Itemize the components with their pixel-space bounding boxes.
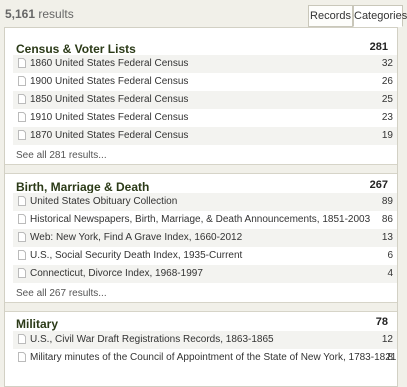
item-count: 32 bbox=[381, 58, 393, 69]
list-item[interactable]: 1860 United States Federal Census 32 bbox=[13, 55, 397, 73]
item-count: 25 bbox=[381, 94, 393, 105]
document-icon bbox=[18, 232, 26, 242]
see-all-link[interactable]: See all 267 results... bbox=[16, 288, 107, 299]
list-item[interactable]: Military minutes of the Council of Appoi… bbox=[13, 349, 397, 367]
item-label: U.S., Social Security Death Index, 1935-… bbox=[30, 250, 243, 261]
item-label: Military minutes of the Council of Appoi… bbox=[30, 352, 397, 363]
list-item[interactable]: 1870 United States Federal Census 19 bbox=[13, 127, 397, 145]
item-label: 1850 United States Federal Census bbox=[30, 94, 189, 105]
tab-categories[interactable]: Categories bbox=[353, 5, 407, 27]
list-item[interactable]: U.S., Social Security Death Index, 1935-… bbox=[13, 247, 397, 265]
item-count: 19 bbox=[381, 130, 393, 141]
list-item[interactable]: 1910 United States Federal Census 23 bbox=[13, 109, 397, 127]
item-count: 4 bbox=[387, 268, 393, 279]
results-count-suffix: results bbox=[38, 7, 74, 21]
document-icon bbox=[18, 352, 26, 362]
item-label: U.S., Civil War Draft Registrations Reco… bbox=[30, 334, 274, 345]
item-count: 86 bbox=[381, 214, 393, 225]
document-icon bbox=[18, 76, 26, 86]
section-title: Census & Voter Lists bbox=[16, 42, 136, 56]
item-label: Historical Newspapers, Birth, Marriage, … bbox=[30, 214, 371, 225]
section-header-birth-marriage-death[interactable]: Birth, Marriage & Death 267 bbox=[5, 171, 397, 195]
section-header-military[interactable]: Military 78 bbox=[5, 308, 397, 332]
document-icon bbox=[18, 214, 26, 224]
tab-records[interactable]: Records bbox=[308, 5, 353, 27]
item-count: 13 bbox=[381, 232, 393, 243]
list-item[interactable]: Web: New York, Find A Grave Index, 1660-… bbox=[13, 229, 397, 247]
item-count: 6 bbox=[387, 250, 393, 261]
list-item[interactable]: U.S., Civil War Draft Registrations Reco… bbox=[13, 331, 397, 349]
document-icon bbox=[18, 58, 26, 68]
document-icon bbox=[18, 268, 26, 278]
section-total: 267 bbox=[369, 179, 388, 191]
item-label: 1910 United States Federal Census bbox=[30, 112, 189, 123]
item-label: 1900 United States Federal Census bbox=[30, 76, 189, 87]
section-title: Military bbox=[16, 317, 59, 331]
results-count: 5,161 results bbox=[5, 7, 74, 21]
item-count: 12 bbox=[381, 334, 393, 345]
results-header: 5,161 results Records Categories bbox=[0, 0, 407, 29]
item-label: 1860 United States Federal Census bbox=[30, 58, 189, 69]
item-label: 1870 United States Federal Census bbox=[30, 130, 189, 141]
item-count: 89 bbox=[381, 196, 393, 207]
categories-panel: Census & Voter Lists 281 1860 United Sta… bbox=[4, 27, 398, 387]
section-title: Birth, Marriage & Death bbox=[16, 180, 150, 194]
item-count: 8 bbox=[387, 352, 393, 363]
list-item[interactable]: 1900 United States Federal Census 26 bbox=[13, 73, 397, 91]
item-label: Connecticut, Divorce Index, 1968-1997 bbox=[30, 268, 203, 279]
item-count: 26 bbox=[381, 76, 393, 87]
section-header-census[interactable]: Census & Voter Lists 281 bbox=[5, 33, 397, 57]
document-icon bbox=[18, 250, 26, 260]
item-label: Web: New York, Find A Grave Index, 1660-… bbox=[30, 232, 243, 243]
list-item[interactable]: 1850 United States Federal Census 25 bbox=[13, 91, 397, 109]
list-item[interactable]: United States Obituary Collection 89 bbox=[13, 193, 397, 211]
document-icon bbox=[18, 130, 26, 140]
document-icon bbox=[18, 112, 26, 122]
list-item[interactable]: Connecticut, Divorce Index, 1968-1997 4 bbox=[13, 265, 397, 283]
results-count-number: 5,161 bbox=[5, 7, 36, 21]
document-icon bbox=[18, 196, 26, 206]
document-icon bbox=[18, 94, 26, 104]
document-icon bbox=[18, 334, 26, 344]
section-total: 281 bbox=[369, 41, 388, 53]
item-count: 23 bbox=[381, 112, 393, 123]
list-item[interactable]: Historical Newspapers, Birth, Marriage, … bbox=[13, 211, 397, 229]
item-label: United States Obituary Collection bbox=[30, 196, 178, 207]
section-total: 78 bbox=[375, 316, 388, 328]
see-all-link[interactable]: See all 281 results... bbox=[16, 150, 107, 161]
